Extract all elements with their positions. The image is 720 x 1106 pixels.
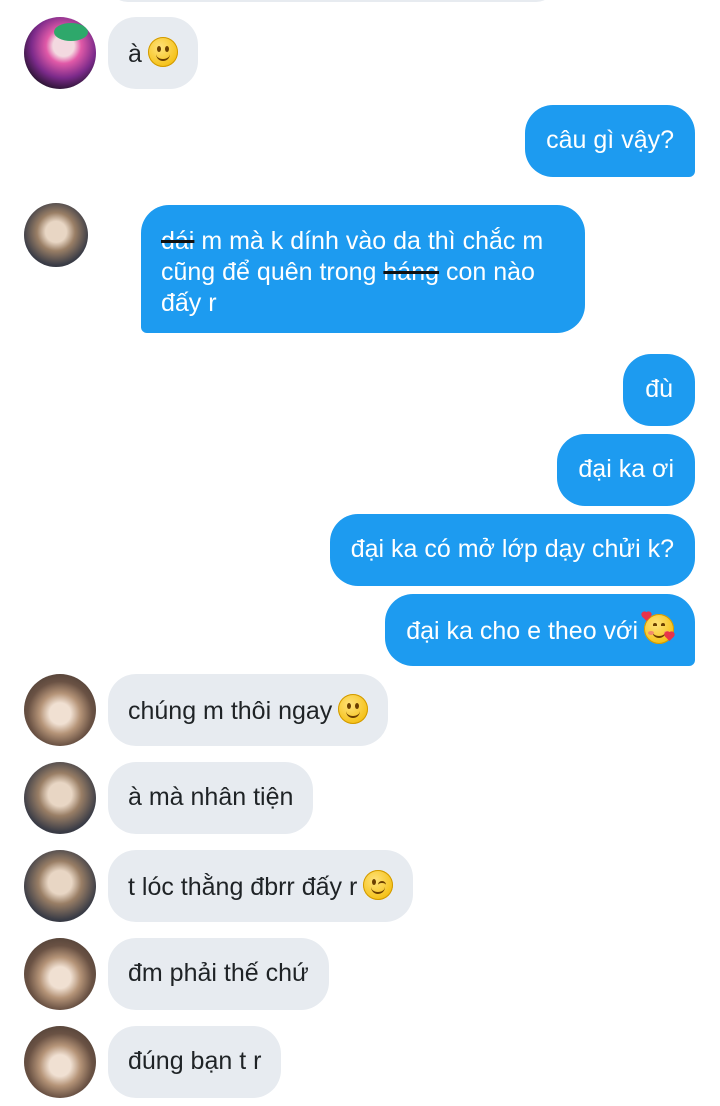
avatar[interactable] (24, 17, 96, 89)
winking-face-emoji (363, 870, 394, 900)
avatar[interactable] (24, 674, 96, 746)
message-text: à mà nhân tiện (128, 783, 294, 811)
struck-text: dái (161, 227, 195, 255)
message-thread: à câu gì vậy? dái m mà k dính vào da thì… (0, 0, 720, 1106)
message-text: đại ka cho e theo với (406, 617, 638, 645)
message-text: đấy r (161, 289, 217, 317)
avatar[interactable] (24, 850, 96, 922)
message-text: đù (645, 375, 673, 403)
message-line: đấy r (161, 288, 565, 319)
slightly-smiling-face-emoji (147, 37, 178, 67)
struck-text: háng (383, 258, 440, 286)
avatar[interactable] (24, 203, 88, 267)
message-text: t lóc thằng đbrr đấy r (128, 873, 358, 901)
message-text: đại ka ơi (578, 455, 674, 483)
message-bubble-outgoing[interactable]: đại ka ơi (557, 434, 695, 506)
message-bubble-outgoing[interactable]: đại ka cho e theo với (385, 594, 695, 666)
partial-message-bubble (108, 0, 556, 2)
message-bubble-outgoing[interactable]: đại ka có mở lớp dạy chửi k? (329, 514, 695, 586)
message-text: à (128, 40, 142, 68)
avatar[interactable] (24, 938, 96, 1010)
message-text: chúng m thôi ngay (128, 697, 333, 725)
message-bubble-incoming[interactable]: à (108, 17, 198, 89)
message-text: con nào (439, 258, 535, 286)
message-line: dái m mà k dính vào da thì chắc m (161, 226, 565, 257)
message-text: câu gì vậy? (546, 126, 674, 154)
message-line: cũng để quên trong háng con nào (161, 257, 565, 288)
message-bubble-quoted[interactable]: dái m mà k dính vào da thì chắc m cũng đ… (141, 205, 585, 333)
message-bubble-incoming[interactable]: đm phải thế chứ (108, 938, 329, 1010)
message-text: m mà k dính vào da thì chắc m (194, 227, 544, 255)
message-text: đại ka có mở lớp dạy chửi k? (350, 535, 674, 563)
message-text: đúng bạn t r (128, 1047, 262, 1075)
message-bubble-incoming[interactable]: t lóc thằng đbrr đấy r (108, 850, 414, 922)
message-bubble-outgoing[interactable]: đù (623, 354, 695, 426)
message-bubble-outgoing[interactable]: câu gì vậy? (525, 105, 695, 177)
avatar[interactable] (24, 1026, 96, 1098)
message-bubble-incoming[interactable]: à mà nhân tiện (108, 762, 314, 834)
message-text: cũng để quên trong (161, 258, 384, 286)
smiling-face-with-hearts-emoji (642, 612, 674, 644)
slightly-smiling-face-emoji (338, 694, 369, 724)
message-bubble-incoming[interactable]: chúng m thôi ngay (108, 674, 389, 746)
message-bubble-incoming[interactable]: đúng bạn t r (108, 1026, 282, 1098)
message-text: đm phải thế chứ (128, 959, 309, 987)
avatar[interactable] (24, 762, 96, 834)
